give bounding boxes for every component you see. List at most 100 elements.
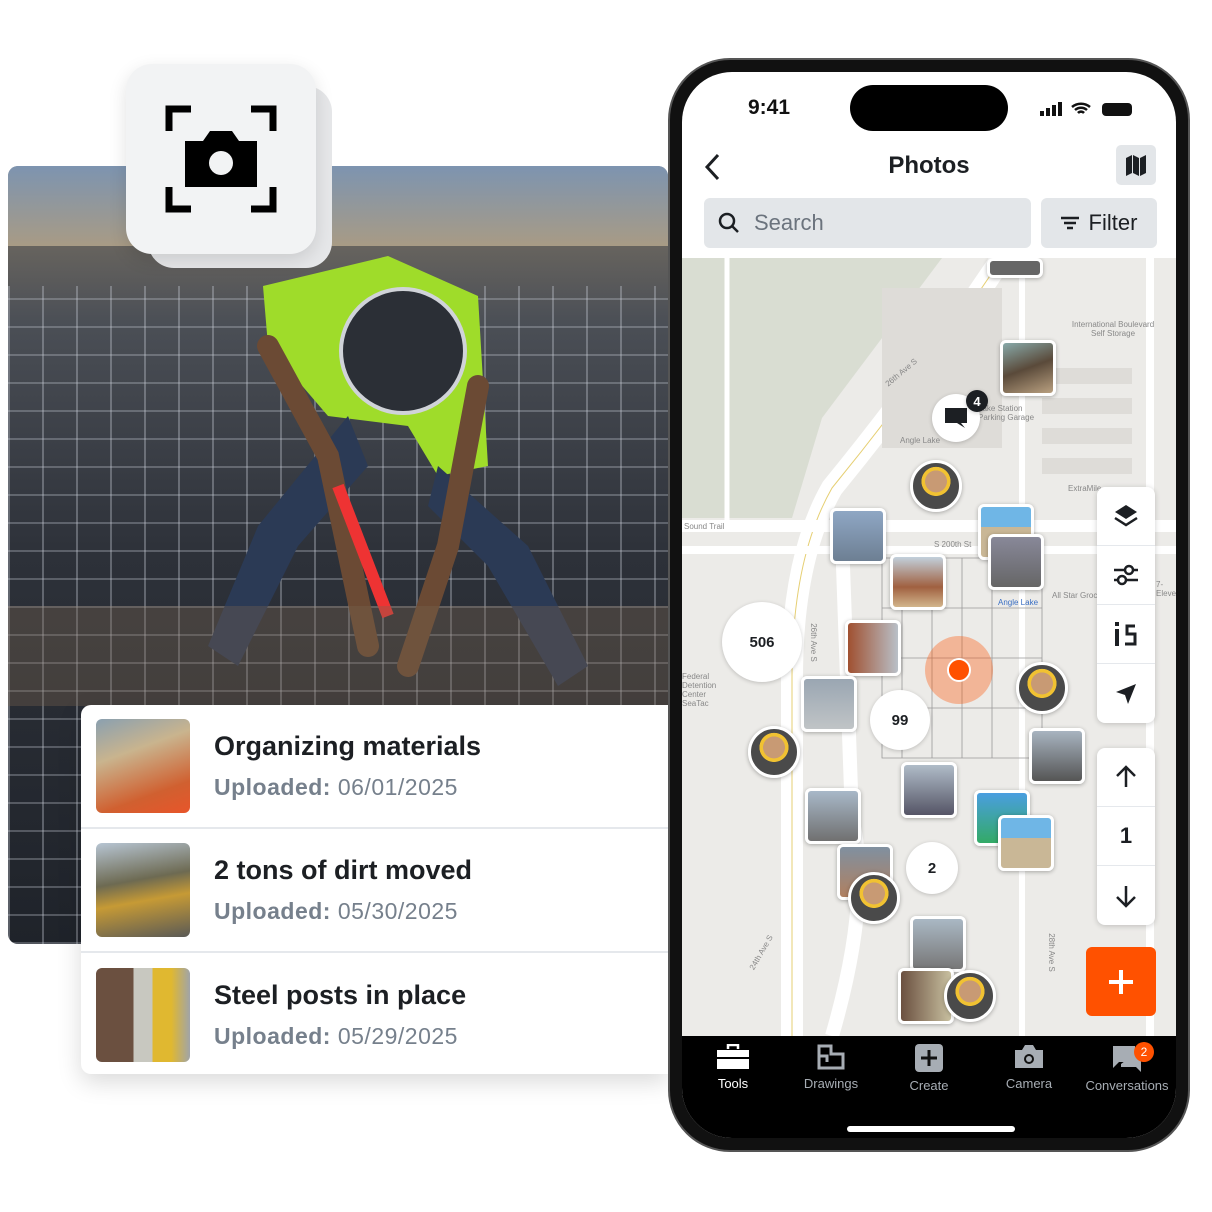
search-icon: [718, 212, 739, 233]
status-icons: [1040, 102, 1132, 116]
bim-icon: [1115, 622, 1137, 646]
tab-drawings[interactable]: Drawings: [782, 1044, 880, 1091]
plus-icon: [1109, 969, 1133, 994]
upload-date: 06/01/2025: [337, 774, 458, 800]
layers-icon: [1114, 505, 1138, 527]
photo-title: Organizing materials: [214, 731, 482, 761]
uploaded-label: Uploaded:: [214, 1023, 331, 1049]
photo-marker[interactable]: [1029, 728, 1085, 784]
tab-label: Drawings: [803, 1076, 859, 1091]
tab-tools[interactable]: Tools: [684, 1044, 782, 1091]
map-label: Federal Detention Center SeaTac: [682, 672, 717, 708]
floorplan-icon: [817, 1044, 845, 1070]
map-label: International Boulevard Self Storage: [1071, 320, 1155, 338]
user-avatar-marker[interactable]: [748, 726, 800, 778]
comment-icon: [945, 408, 967, 428]
photo-marker[interactable]: [1000, 340, 1056, 396]
plus-square-icon: [915, 1044, 943, 1072]
photo-marker[interactable]: [987, 258, 1043, 278]
map-settings-button[interactable]: [1097, 546, 1155, 605]
dynamic-island: [850, 85, 1008, 131]
photo-marker[interactable]: [801, 676, 857, 732]
map-label: S 200th St: [934, 540, 972, 549]
user-avatar-marker[interactable]: [1016, 662, 1068, 714]
photo-title: Steel posts in place: [214, 980, 467, 1010]
uploaded-label: Uploaded:: [214, 898, 331, 924]
down-arrow-icon: [1116, 885, 1136, 908]
tab-create[interactable]: Create: [880, 1044, 978, 1093]
floor-controls: 1: [1097, 748, 1155, 925]
photo-thumbnail: [96, 968, 190, 1062]
tab-label: Conversations: [1085, 1078, 1169, 1093]
list-item[interactable]: Steel posts in place Uploaded: 05/29/202…: [81, 953, 668, 1077]
camera-capture-tile[interactable]: [126, 64, 316, 254]
comment-count-badge: 4: [966, 390, 988, 412]
user-avatar-marker[interactable]: [910, 460, 962, 512]
user-avatar-marker[interactable]: [944, 970, 996, 1022]
status-bar: 9:41: [682, 72, 1176, 142]
map-controls: [1097, 487, 1155, 723]
list-item[interactable]: 2 tons of dirt moved Uploaded: 05/30/202…: [81, 829, 668, 953]
camera-icon: [1015, 1045, 1043, 1068]
upload-date: 05/29/2025: [337, 1023, 458, 1049]
photo-marker[interactable]: [988, 534, 1044, 590]
current-location-marker: [925, 636, 993, 704]
search-input[interactable]: Search: [704, 198, 1031, 248]
location-arrow-icon: [1116, 683, 1136, 704]
tab-conversations[interactable]: Conversations 2: [1078, 1042, 1176, 1093]
layers-button[interactable]: [1097, 487, 1155, 546]
map-label: 26th Ave S: [808, 623, 818, 662]
photo-marker[interactable]: [901, 762, 957, 818]
photo-marker[interactable]: [805, 788, 861, 844]
cluster-marker[interactable]: 506: [722, 602, 802, 682]
cluster-marker[interactable]: 99: [870, 690, 930, 750]
photo-map[interactable]: 26th Ave S S 200th St International Boul…: [682, 258, 1176, 1036]
tab-camera[interactable]: Camera: [980, 1044, 1078, 1091]
photo-marker[interactable]: [910, 916, 966, 972]
filter-icon: [1060, 216, 1079, 230]
location-dot: [947, 658, 971, 682]
battery-icon: [1102, 103, 1132, 116]
page-title: Photos: [888, 152, 970, 179]
tab-label: Camera: [1005, 1076, 1053, 1091]
photo-marker[interactable]: [830, 508, 886, 564]
bim-button[interactable]: [1097, 605, 1155, 664]
map-icon: [1126, 155, 1146, 176]
cluster-marker[interactable]: 2: [906, 842, 958, 894]
notification-badge: 2: [1134, 1042, 1154, 1062]
map-label: Lake Station Parking Garage: [978, 404, 1035, 422]
photo-thumbnail: [96, 719, 190, 813]
filter-label: Filter: [1088, 210, 1138, 235]
search-placeholder: Search: [754, 210, 824, 235]
photo-list-card: Organizing materials Uploaded: 06/01/202…: [81, 705, 668, 1074]
upload-date: 05/30/2025: [337, 898, 458, 924]
recenter-button[interactable]: [1097, 664, 1155, 723]
map-view-button[interactable]: [1116, 145, 1156, 185]
add-photo-button[interactable]: [1086, 947, 1156, 1016]
phone-frame: 9:41 Photos Search Filter 26th Ave S S 2…: [668, 58, 1190, 1152]
camera-scan-icon: [165, 105, 277, 213]
tab-label: Tools: [717, 1076, 749, 1091]
map-label: 28th Ave S: [1046, 933, 1056, 972]
floor-level: 1: [1097, 807, 1155, 866]
phone-screen: 9:41 Photos Search Filter 26th Ave S S 2…: [682, 72, 1176, 1138]
sliders-icon: [1114, 564, 1138, 586]
signal-icon: [1040, 102, 1062, 116]
toolbox-icon: [717, 1044, 749, 1069]
user-avatar-marker[interactable]: [848, 872, 900, 924]
tab-bar: Tools Drawings Create Camera Conversatio…: [682, 1036, 1176, 1138]
photo-marker[interactable]: [890, 554, 946, 610]
list-item[interactable]: Organizing materials Uploaded: 06/01/202…: [81, 705, 668, 829]
photo-marker[interactable]: [998, 815, 1054, 871]
filter-button[interactable]: Filter: [1041, 198, 1157, 248]
map-label: Angle Lake: [998, 598, 1039, 607]
photo-title: 2 tons of dirt moved: [214, 855, 473, 885]
floor-up-button[interactable]: [1097, 748, 1155, 807]
floor-down-button[interactable]: [1097, 866, 1155, 925]
map-label: 7-Eleven: [1156, 580, 1176, 598]
photo-thumbnail: [96, 843, 190, 937]
home-indicator: [847, 1126, 1015, 1132]
uploaded-label: Uploaded:: [214, 774, 331, 800]
photo-marker[interactable]: [845, 620, 901, 676]
status-time: 9:41: [748, 96, 791, 119]
